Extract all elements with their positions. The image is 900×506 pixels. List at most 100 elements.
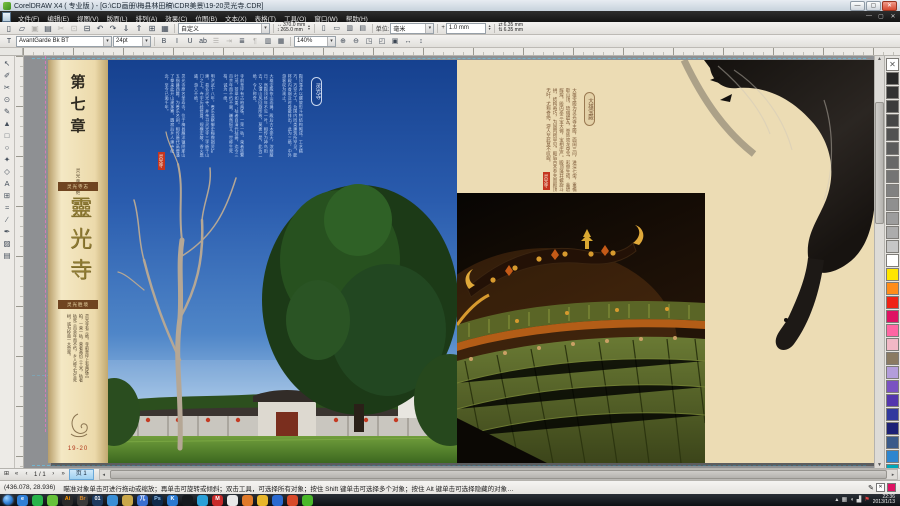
color-swatch[interactable]: [886, 408, 899, 421]
outline-pen-tool[interactable]: ✒: [1, 225, 13, 237]
color-swatch[interactable]: [886, 352, 899, 365]
maximize-button[interactable]: ▢: [866, 0, 881, 11]
adobe-bridge-icon[interactable]: Br: [77, 494, 88, 506]
color-swatch[interactable]: [886, 226, 899, 239]
browser-360-icon[interactable]: [197, 494, 208, 506]
ellipse-tool[interactable]: ○: [1, 141, 13, 153]
color-swatch[interactable]: [886, 394, 899, 407]
office-01-icon[interactable]: 01: [92, 494, 103, 506]
no-color-swatch[interactable]: [886, 58, 899, 71]
m-app-icon[interactable]: M: [212, 494, 223, 506]
doc-minimize-button[interactable]: —: [864, 13, 874, 20]
crop-tool[interactable]: ✂: [1, 81, 13, 93]
action-center-flag-icon[interactable]: ⚑: [864, 497, 869, 503]
file-manager-icon[interactable]: [122, 494, 133, 506]
doc-restore-button[interactable]: ▢: [876, 13, 886, 20]
alignment-button[interactable]: ≣: [236, 36, 248, 47]
ime-indicator-icon[interactable]: ▦: [841, 497, 847, 503]
close-button[interactable]: ✕: [882, 0, 897, 11]
color-swatch[interactable]: [886, 380, 899, 393]
color-swatch[interactable]: [886, 212, 899, 225]
character-formatting-button[interactable]: ab: [197, 36, 209, 47]
blend-tool[interactable]: ≈: [1, 201, 13, 213]
nudge-stepper[interactable]: ▲ ▼: [488, 24, 491, 31]
scroll-left-icon[interactable]: ◂: [100, 472, 108, 478]
save-button[interactable]: ▣: [29, 23, 41, 34]
color-swatch[interactable]: [886, 184, 899, 197]
zoom-out-button[interactable]: ⊖: [350, 36, 362, 47]
ruler-origin-box[interactable]: [0, 48, 23, 56]
vertical-ruler[interactable]: [15, 56, 24, 468]
pick-tool[interactable]: ↖: [1, 57, 13, 69]
color-swatch[interactable]: [886, 156, 899, 169]
color-swatch[interactable]: [886, 422, 899, 435]
current-page-button[interactable]: ▤: [357, 23, 369, 34]
color-swatch[interactable]: [886, 436, 899, 449]
notepad-icon[interactable]: [227, 494, 238, 506]
page-size-combobox[interactable]: 自定义 ▾: [178, 22, 270, 34]
start-button[interactable]: [3, 495, 13, 505]
tencent-qq-icon[interactable]: [182, 494, 193, 506]
green-sprite-icon[interactable]: [302, 494, 313, 506]
last-page-button[interactable]: »: [59, 470, 68, 479]
color-swatch[interactable]: [886, 338, 899, 351]
minimize-button[interactable]: —: [850, 0, 865, 11]
zoom-level-combobox[interactable]: 140% ▾: [294, 35, 336, 47]
zoom-tool[interactable]: ⊙: [1, 93, 13, 105]
font-size-combobox[interactable]: 24pt ▾: [113, 35, 151, 47]
color-swatch[interactable]: [886, 282, 899, 295]
color-swatch[interactable]: [886, 324, 899, 337]
network-globe-icon[interactable]: [272, 494, 283, 506]
print-button[interactable]: ▤: [42, 23, 54, 34]
next-page-button[interactable]: ›: [49, 470, 58, 479]
color-swatch[interactable]: [886, 86, 899, 99]
scroll-right-icon[interactable]: ▸: [889, 472, 897, 478]
indent-button[interactable]: ⇥: [223, 36, 235, 47]
pps-player-icon[interactable]: [287, 494, 298, 506]
italic-button[interactable]: I: [171, 36, 183, 47]
horizontal-scrollbar[interactable]: ◂ ▸: [98, 469, 898, 480]
app-launcher-button[interactable]: ⊞: [146, 23, 158, 34]
zoom-all-objects-button[interactable]: ◰: [376, 36, 388, 47]
table-tool[interactable]: ⊞: [1, 189, 13, 201]
page-tab[interactable]: 页 1: [68, 469, 94, 480]
landscape-button[interactable]: ▭: [331, 23, 343, 34]
hidden-icons-chevron[interactable]: ▴: [835, 497, 838, 503]
color-swatch[interactable]: [886, 198, 899, 211]
open-button[interactable]: ▱: [16, 23, 28, 34]
export-button[interactable]: ⇑: [133, 23, 145, 34]
undo-button[interactable]: ↶: [94, 23, 106, 34]
color-swatch[interactable]: [886, 366, 899, 379]
vertical-scrollbar[interactable]: ▲ ▼: [874, 56, 884, 468]
freehand-tool[interactable]: ✎: [1, 105, 13, 117]
previous-page-button[interactable]: ‹: [22, 470, 31, 479]
color-swatch[interactable]: [886, 450, 899, 463]
text-tool[interactable]: A: [1, 177, 13, 189]
internet-explorer-icon[interactable]: e: [17, 494, 28, 506]
fill-tool[interactable]: ▨: [1, 237, 13, 249]
thunder-icon[interactable]: [257, 494, 268, 506]
horizontal-ruler[interactable]: [23, 48, 900, 56]
color-swatch[interactable]: [886, 114, 899, 127]
smart-fill-tool[interactable]: ▲: [1, 117, 13, 129]
drop-cap-button[interactable]: ¶: [249, 36, 261, 47]
taskbar-clock[interactable]: 22:36 2013/1/13: [873, 494, 897, 506]
columns-button[interactable]: ▥: [262, 36, 274, 47]
volume-icon[interactable]: ◖: [850, 497, 854, 503]
color-swatch[interactable]: [886, 128, 899, 141]
cut-button[interactable]: ✂: [55, 23, 67, 34]
zoom-page-height-button[interactable]: ↕: [415, 36, 427, 47]
color-swatch[interactable]: [886, 170, 899, 183]
color-swatch[interactable]: [886, 72, 899, 85]
color-swatch[interactable]: [886, 100, 899, 113]
qq-doctor-icon[interactable]: [32, 494, 43, 506]
new-button[interactable]: ▯: [3, 23, 15, 34]
color-swatch[interactable]: [886, 268, 899, 281]
pi-app-icon[interactable]: 兀: [137, 494, 148, 506]
welcome-screen-button[interactable]: ▦: [159, 23, 171, 34]
shape-tool[interactable]: ✐: [1, 69, 13, 81]
doc-close-button[interactable]: ✕: [888, 13, 898, 20]
add-page-button[interactable]: ⊞: [2, 470, 11, 479]
first-page-button[interactable]: «: [12, 470, 21, 479]
zoom-page-width-button[interactable]: ↔: [402, 36, 414, 47]
